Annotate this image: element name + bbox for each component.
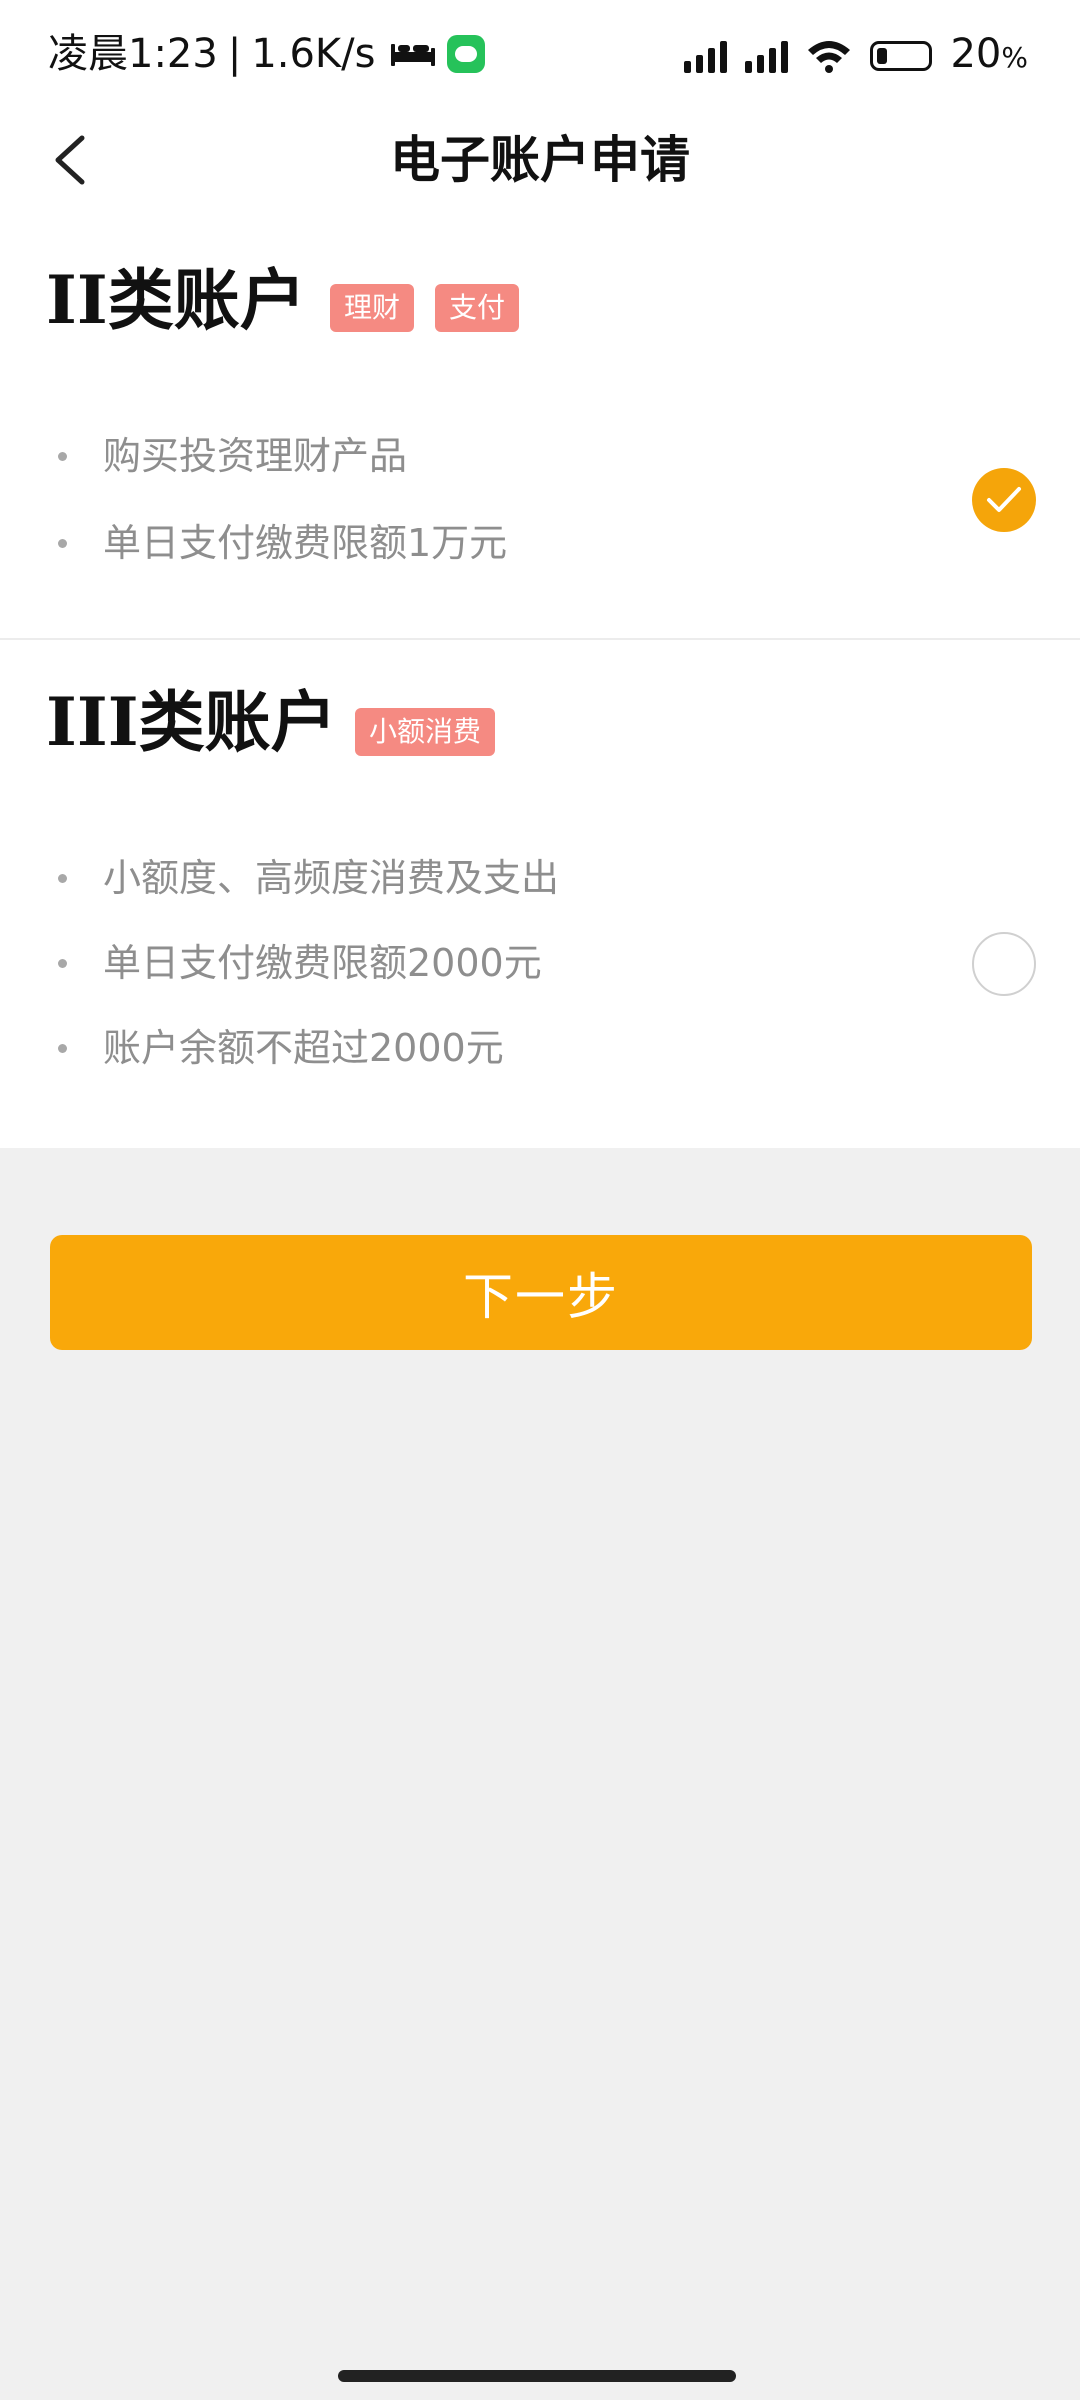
status-left: 凌晨1:23 | 1.6K/s: [48, 26, 486, 82]
signal-icon: [684, 39, 728, 73]
battery-level: 20%: [950, 31, 1028, 77]
bed-icon: [391, 44, 436, 66]
bullet-dot: [58, 873, 67, 883]
page-title: 电子账户申请: [390, 131, 690, 189]
home-indicator[interactable]: [338, 2370, 736, 2382]
next-step-button[interactable]: 下一步: [50, 1235, 1032, 1350]
bullet-dot: [58, 1043, 67, 1053]
network-speed: 1.6K/s: [251, 31, 376, 77]
checkmark-icon: [987, 487, 1021, 512]
radio-unselected[interactable]: [972, 932, 1036, 996]
message-icon: [447, 35, 486, 73]
radio-selected-checkmark-icon[interactable]: [972, 468, 1036, 532]
account-title: III类账户: [46, 683, 337, 761]
account-option-type-ii[interactable]: II类账户 理财 支付 购买投资理财产品 单日支付缴费限额1万元: [0, 250, 1080, 630]
status-time: 凌晨1:23: [48, 31, 218, 77]
account-title: II类账户: [46, 261, 306, 339]
bullet-dot: [58, 451, 67, 461]
feature-item: 购买投资理财产品: [58, 430, 407, 482]
feature-item: 账户余额不超过2000元: [58, 1022, 504, 1074]
feature-text: 单日支付缴费限额2000元: [103, 941, 542, 985]
status-right: 20%: [684, 26, 1028, 86]
battery-icon: [870, 41, 933, 71]
section-divider: [0, 638, 1080, 640]
feature-text: 单日支付缴费限额1万元: [103, 521, 508, 565]
account-option-type-iii[interactable]: III类账户 小额消费 小额度、高频度消费及支出 单日支付缴费限额2000元 账…: [0, 672, 1080, 1092]
status-bar: 凌晨1:23 | 1.6K/s 20%: [0, 0, 1080, 110]
bullet-dot: [58, 958, 67, 968]
signal-icon: [745, 39, 789, 73]
status-separator: |: [227, 31, 242, 77]
feature-text: 购买投资理财产品: [103, 434, 408, 478]
feature-text: 小额度、高频度消费及支出: [103, 856, 560, 900]
feature-item: 小额度、高频度消费及支出: [58, 852, 559, 904]
feature-item: 单日支付缴费限额2000元: [58, 937, 542, 989]
tag-badge: 理财: [330, 284, 415, 332]
navigation-header: 电子账户申请: [0, 110, 1080, 210]
bullet-dot: [58, 538, 67, 548]
tag-badge: 小额消费: [355, 708, 496, 756]
feature-item: 单日支付缴费限额1万元: [58, 517, 507, 569]
tag-badge: 支付: [435, 284, 520, 332]
wifi-icon: [808, 41, 851, 73]
feature-text: 账户余额不超过2000元: [103, 1026, 504, 1070]
